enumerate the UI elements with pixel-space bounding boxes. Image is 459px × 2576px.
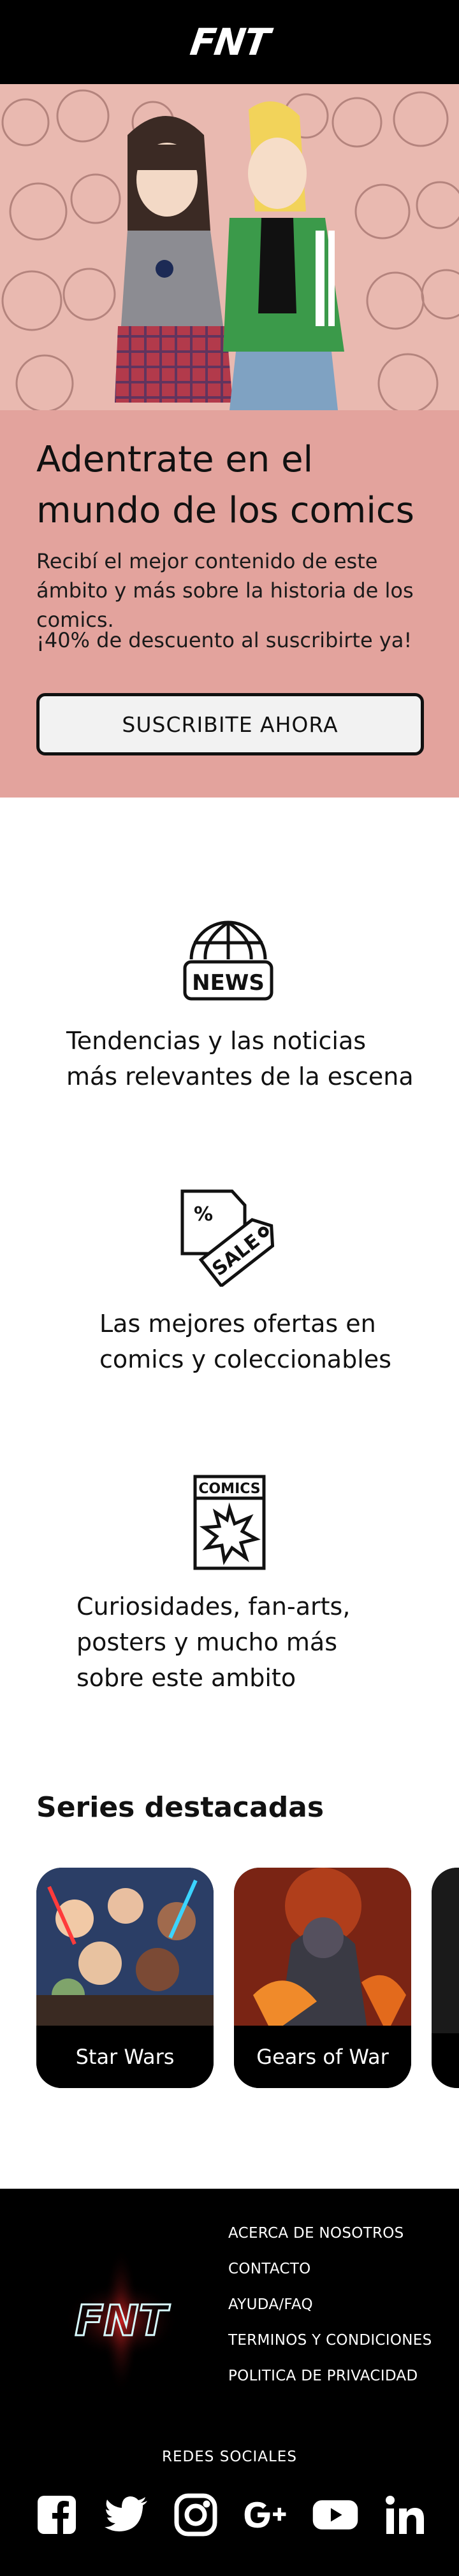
footer-link-terms[interactable]: TERMINOS Y CONDICIONES — [228, 2331, 432, 2367]
promo-description: Recibí el mejor contenido de este ámbito… — [36, 549, 414, 632]
hero-illustration — [0, 84, 459, 410]
youtube-icon[interactable] — [312, 2491, 359, 2538]
google-plus-icon[interactable] — [242, 2491, 289, 2538]
series-card-star-wars[interactable]: Star Wars — [36, 1868, 214, 2088]
svg-text:FNT: FNT — [75, 2296, 170, 2345]
site-logo[interactable]: FNT — [187, 20, 271, 64]
footer-logo[interactable]: FNT — [51, 2247, 191, 2394]
promo-title: Adentrate en el mundo de los comics — [36, 439, 414, 531]
instagram-icon[interactable] — [172, 2491, 219, 2538]
svg-text:COMICS: COMICS — [198, 1481, 260, 1497]
twitter-icon[interactable] — [103, 2491, 150, 2538]
series-card-gears-of-war[interactable]: Gears of War — [234, 1868, 411, 2088]
facebook-icon[interactable] — [33, 2491, 80, 2538]
series-carousel[interactable]: Star Wars Gears of War — [0, 1868, 459, 2091]
footer: FNT ACERCA DE NOSOTROS CONTACTO AYUDA/FA… — [0, 2189, 459, 2576]
subscription-promo: Adentrate en el mundo de los comics Reci… — [0, 410, 459, 798]
series-card-label: Gears of War — [234, 2026, 411, 2088]
series-card-partial[interactable] — [432, 1868, 459, 2088]
linkedin-icon[interactable] — [381, 2491, 428, 2538]
promo-discount: ¡40% de descuento al suscribirte ya! — [36, 628, 412, 652]
comics-book-icon: COMICS — [191, 1473, 268, 1572]
sale-tag-icon: % SALE — [178, 1187, 278, 1289]
footer-link-help[interactable]: AYUDA/FAQ — [228, 2296, 432, 2331]
feature-news-text: Tendencias y las noticias más relevantes… — [66, 1027, 414, 1091]
svg-text:NEWS: NEWS — [192, 970, 265, 996]
footer-link-privacy[interactable]: POLITICA DE PRIVACIDAD — [228, 2367, 432, 2403]
footer-nav: ACERCA DE NOSOTROS CONTACTO AYUDA/FAQ TE… — [228, 2224, 432, 2403]
footer-link-contact[interactable]: CONTACTO — [228, 2260, 432, 2296]
social-links — [33, 2489, 428, 2540]
top-bar: FNT — [0, 0, 459, 84]
social-heading: REDES SOCIALES — [162, 2449, 297, 2465]
feature-extras-text: Curiosidades, fan-arts, posters y mucho … — [76, 1592, 351, 1692]
svg-text:%: % — [194, 1203, 213, 1226]
news-globe-icon: NEWS — [178, 907, 278, 1006]
series-heading: Series destacadas — [36, 1791, 324, 1824]
feature-offers-text: Las mejores ofertas en comics y coleccio… — [99, 1310, 391, 1373]
subscribe-button[interactable]: SUSCRIBITE AHORA — [36, 693, 424, 755]
footer-link-about[interactable]: ACERCA DE NOSOTROS — [228, 2224, 432, 2260]
series-card-label: Star Wars — [36, 2026, 214, 2088]
